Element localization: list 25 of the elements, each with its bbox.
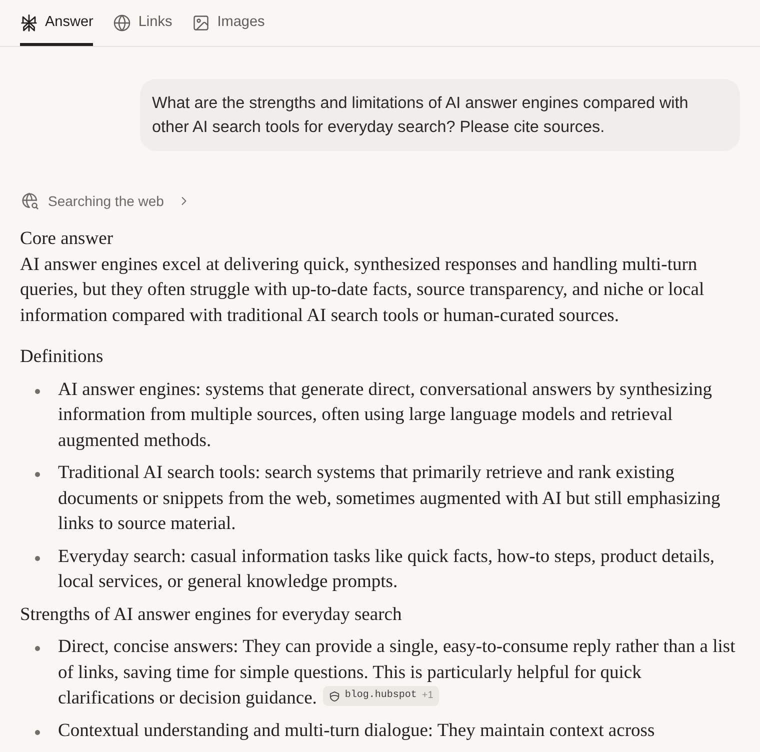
bullet-text: Traditional AI search tools: search systems that primarily retrieve and rank existing documents or snippets from the web, sometimes augmented with AI but still emphasizing links to source material. [58, 462, 722, 536]
answer-paragraph: AI answer engines excel at delivering quick, synthesized responses and handling multi-turn queries, but they often struggle with up-to-date facts, source transparency, and niche or local information compared with traditional AI search tools or human-curated sources. [20, 254, 706, 328]
globe-icon [113, 14, 132, 32]
bullet-icon [35, 646, 40, 651]
query-bubble: What are the strengths and limitations of AI answer engines compared with other AI search tools for everyday search? Please cite sources. [140, 79, 740, 151]
section-heading: Strengths of AI answer engines for everyday search [20, 604, 403, 626]
bullet-text: Contextual understanding and multi-turn dialogue: They maintain context across [58, 720, 656, 743]
bullet-text: Direct, concise answers: They can provide a single, easy-to-consume reply rather than a list of links, saving time for simple questions. This is particularly helpful for quick clarifications or decision guidance. blog.hubspot +1 [58, 636, 736, 710]
bullet-icon [35, 730, 40, 735]
tab[interactable]: Answer [20, 0, 94, 46]
tab[interactable]: Images [192, 0, 265, 46]
section-heading: Definitions [20, 346, 104, 369]
bullet-icon [35, 472, 40, 477]
globe-search-icon [21, 192, 39, 210]
section-heading: Core answer [20, 228, 114, 251]
image-icon [192, 14, 210, 32]
logo-icon [20, 14, 38, 32]
bullet-icon [35, 556, 40, 560]
bullet-icon [35, 388, 40, 394]
citation-chip[interactable]: blog.hubspot +1 [322, 686, 440, 706]
tab[interactable]: Links [113, 0, 172, 46]
bullet-text: Everyday search: casual information tasks like quick facts, how-to steps, product details, local services, or general knowledge prompts. [58, 546, 716, 594]
bullet-text: AI answer engines: systems that generate direct, conversational answers by synthesizing information from multiple sources, often using large language models and retrieval augmented methods. [58, 378, 713, 452]
status-toggle[interactable]: Searching the web [20, 191, 191, 211]
shield-icon [328, 690, 340, 702]
